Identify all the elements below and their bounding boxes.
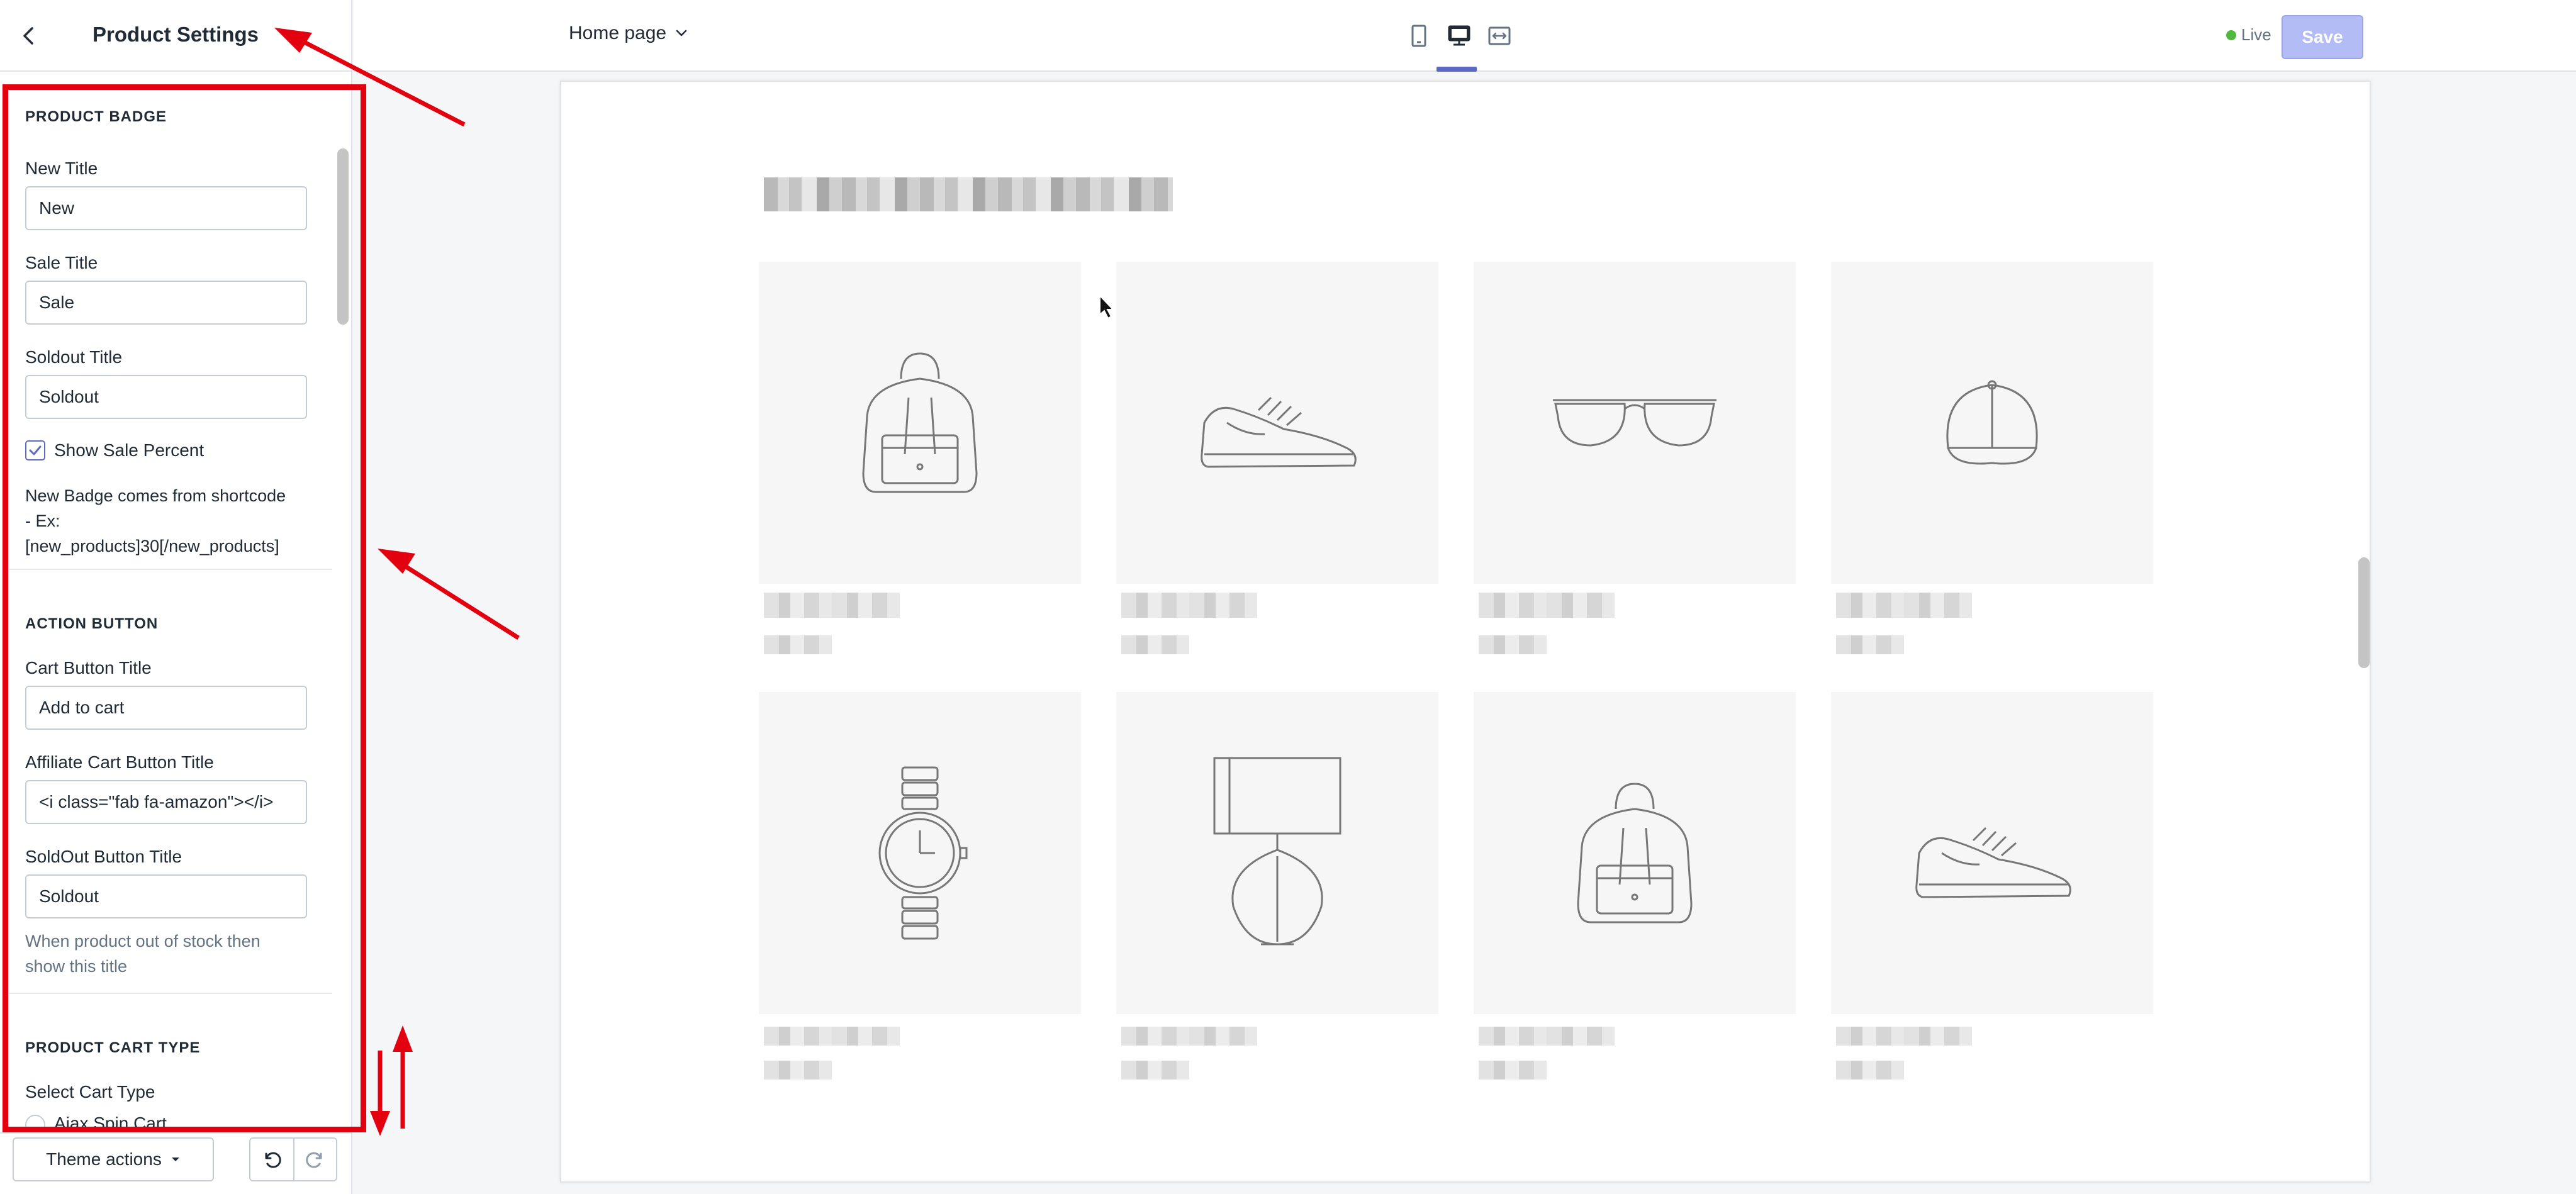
watch-icon <box>878 766 968 940</box>
section-title: PRODUCT CART TYPE <box>25 1039 201 1056</box>
cap-icon <box>1946 380 2038 465</box>
cart-type-option-label: Ajax Spin Cart <box>54 1113 167 1130</box>
affiliate-cart-button-title-label: Affiliate Cart Button Title <box>25 752 214 772</box>
badge-info-text: New Badge comes from shortcode - Ex: [ne… <box>25 483 327 559</box>
undo-redo-group <box>249 1137 337 1181</box>
redo-icon <box>306 1152 322 1168</box>
show-sale-percent-checkbox[interactable] <box>25 440 45 460</box>
chevron-down-icon <box>676 30 687 36</box>
product-price-blurred <box>1836 1061 1904 1080</box>
sneaker-icon <box>1201 396 1357 468</box>
sidebar-title: Product Settings <box>92 23 259 46</box>
device-switcher <box>1404 21 1514 50</box>
undo-icon <box>265 1152 281 1168</box>
sale-title-label: Sale Title <box>25 253 98 272</box>
sale-title-input[interactable]: Sale <box>25 281 307 325</box>
info-line: New Badge comes from shortcode <box>25 486 286 505</box>
product-card-image[interactable] <box>1116 262 1438 584</box>
product-card-image[interactable] <box>759 692 1081 1014</box>
cart-type-radio[interactable] <box>25 1115 45 1130</box>
annotation-arrow <box>370 1025 413 1136</box>
new-title-input[interactable]: New <box>25 186 307 230</box>
section-title: ACTION BUTTON <box>25 615 159 632</box>
page-selector[interactable]: Home page <box>569 23 688 44</box>
product-card-image[interactable] <box>1116 692 1438 1014</box>
show-sale-percent-label: Show Sale Percent <box>54 440 204 460</box>
sidebar-header: Product Settings <box>0 0 351 72</box>
theme-actions-label: Theme actions <box>46 1149 162 1169</box>
product-title-blurred <box>1479 1027 1615 1046</box>
soldout-button-title-label: SoldOut Button Title <box>25 847 182 866</box>
help-line: When product out of stock then <box>25 932 260 951</box>
page-selector-label: Home page <box>569 23 667 43</box>
product-title-blurred <box>764 1027 900 1046</box>
live-status-badge: Live <box>2226 25 2271 45</box>
sidebar-scroll-area[interactable]: PRODUCT BADGE New Title New Sale Title S… <box>0 73 351 1130</box>
product-price-blurred <box>1836 635 1904 654</box>
product-card-image[interactable] <box>1831 262 2153 584</box>
cart-button-title-input[interactable]: Add to cart <box>25 686 307 730</box>
mobile-icon <box>1411 25 1426 47</box>
product-card-image[interactable] <box>1831 692 2153 1014</box>
cart-button-title-label: Cart Button Title <box>25 658 152 678</box>
info-line: [new_products]30[/new_products] <box>25 537 279 555</box>
lamp-icon <box>1213 757 1341 946</box>
backpack-icon <box>862 352 978 493</box>
desktop-icon <box>1448 25 1470 46</box>
section-heading-blurred <box>764 177 1173 211</box>
product-title-blurred <box>1479 593 1615 618</box>
soldout-help-text: When product out of stock then show this… <box>25 929 315 979</box>
product-title-blurred <box>1121 593 1257 618</box>
caret-down-icon <box>171 1158 179 1161</box>
theme-actions-button[interactable]: Theme actions <box>13 1137 214 1181</box>
undo-button[interactable] <box>250 1139 293 1180</box>
help-line: show this title <box>25 957 128 976</box>
redo-button[interactable] <box>293 1139 336 1180</box>
product-card-image[interactable] <box>759 262 1081 584</box>
active-device-indicator <box>1436 67 1477 72</box>
product-title-blurred <box>764 593 900 618</box>
expand-width-icon <box>1488 26 1511 45</box>
product-title-blurred <box>1836 593 1972 618</box>
theme-editor-sidebar: Product Settings PRODUCT BADGE New Title… <box>0 0 352 1194</box>
desktop-view-button[interactable] <box>1445 21 1474 50</box>
annotation-arrow <box>378 549 520 640</box>
backpack-icon <box>1577 783 1693 923</box>
soldout-title-label: Soldout Title <box>25 347 123 367</box>
product-cart-type-section: PRODUCT CART TYPE Select Cart Type Ajax … <box>9 1013 332 1130</box>
new-title-label: New Title <box>25 159 98 178</box>
sidebar-scrollbar[interactable] <box>337 148 349 325</box>
live-dot-icon <box>2226 30 2236 40</box>
preview-scrollbar[interactable] <box>2358 557 2370 668</box>
product-price-blurred <box>1479 635 1547 654</box>
product-card-image[interactable] <box>1474 692 1796 1014</box>
action-button-section: ACTION BUTTON Cart Button Title Add to c… <box>9 589 332 994</box>
soldout-button-title-input[interactable]: Soldout <box>25 874 307 918</box>
editor-topbar: Home page Live Save <box>354 0 2576 72</box>
save-button[interactable]: Save <box>2282 15 2363 59</box>
affiliate-cart-button-title-input[interactable]: <i class="fab fa-amazon"></i> <box>25 780 307 824</box>
soldout-title-input[interactable]: Soldout <box>25 375 307 419</box>
product-title-blurred <box>1121 1027 1257 1046</box>
fullwidth-view-button[interactable] <box>1485 21 1514 50</box>
product-price-blurred <box>1121 1061 1189 1080</box>
sunglasses-icon <box>1553 399 1716 447</box>
live-status-label: Live <box>2241 25 2271 44</box>
product-price-blurred <box>764 635 832 654</box>
select-cart-type-label: Select Cart Type <box>25 1082 155 1102</box>
product-price-blurred <box>1121 635 1189 654</box>
checkmark-icon <box>29 445 42 455</box>
sneaker-icon <box>1915 827 2071 898</box>
product-badge-section: PRODUCT BADGE New Title New Sale Title S… <box>9 86 332 570</box>
product-title-blurred <box>1836 1027 1972 1046</box>
product-card-image[interactable] <box>1474 262 1796 584</box>
info-line: - Ex: <box>25 511 60 530</box>
mobile-view-button[interactable] <box>1404 21 1433 50</box>
section-title: PRODUCT BADGE <box>25 108 167 125</box>
storefront-preview[interactable] <box>560 81 2371 1183</box>
product-price-blurred <box>764 1061 832 1080</box>
product-price-blurred <box>1479 1061 1547 1080</box>
